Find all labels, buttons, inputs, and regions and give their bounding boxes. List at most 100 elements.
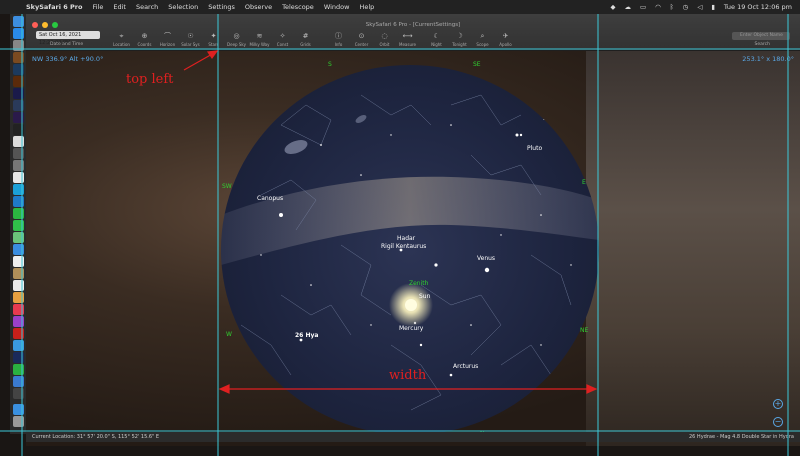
measure-icon: ⟷ (402, 32, 413, 40)
dock (10, 14, 26, 434)
tool-tonight[interactable]: ☽ Tonight (448, 32, 471, 47)
bluetooth-icon[interactable]: ᛒ (670, 3, 674, 11)
menu-telescope[interactable]: Telescope (282, 3, 314, 11)
tool-night[interactable]: ☾ Night (425, 32, 448, 47)
label-rigil-kentaurus[interactable]: Rigil Kentaurus (381, 243, 426, 250)
tool-solar-sys[interactable]: ☉ Solar Sys (179, 32, 202, 47)
tool-center[interactable]: ⊙ Center (350, 32, 373, 47)
tool-orbit[interactable]: ◌ Orbit (373, 32, 396, 47)
preview-icon[interactable] (12, 376, 24, 387)
sky-chart-view[interactable]: Canopus Pluto Hadar Rigil Kentaurus Venu… (26, 51, 800, 446)
menu-search[interactable]: Search (136, 3, 158, 11)
label-26-hya[interactable]: 26 Hya (295, 332, 318, 339)
menu-app-name[interactable]: SkySafari 6 Pro (26, 3, 82, 11)
label-arcturus[interactable]: Arcturus (453, 363, 478, 370)
tool-const[interactable]: ✧ Const (271, 32, 294, 47)
display-icon[interactable]: ▭ (640, 3, 646, 11)
contacts-icon[interactable] (12, 268, 24, 279)
trash-icon[interactable] (12, 416, 24, 427)
tool-stars[interactable]: ✦ Stars (202, 32, 225, 47)
acrobat-icon[interactable] (12, 328, 24, 339)
mail-icon[interactable] (12, 244, 24, 255)
screen: SkySafari 6 Pro File Edit Search Selecti… (0, 0, 800, 456)
finder-icon[interactable] (12, 16, 24, 27)
tool-label: Stars (208, 42, 219, 47)
wifi-icon[interactable]: ◠ (655, 3, 661, 11)
label-venus[interactable]: Venus (477, 255, 495, 262)
milky-way-icon: ≋ (256, 32, 263, 40)
tool-location[interactable]: ⌖ Location (110, 32, 133, 47)
menu-selection[interactable]: Selection (168, 3, 198, 11)
menubar-clock[interactable]: Tue 19 Oct 12:06 pm (724, 3, 792, 11)
vscode-icon[interactable] (12, 196, 24, 207)
menu-observe[interactable]: Observe (245, 3, 272, 11)
system-prefs-icon[interactable] (12, 160, 24, 171)
skype-icon[interactable] (12, 184, 24, 195)
tool-scope[interactable]: ⌕ Scope (471, 32, 494, 47)
tool-grids[interactable]: # Grids (294, 32, 317, 47)
menu-edit[interactable]: Edit (113, 3, 126, 11)
date-time-field[interactable]: Sat Oct 16, 2021 12:28:02 PM (36, 31, 100, 46)
downloads-folder-icon[interactable] (12, 404, 24, 415)
label-s-partial[interactable]: S (543, 115, 547, 122)
sun-disc[interactable] (405, 299, 417, 311)
calendar-icon[interactable] (12, 256, 24, 267)
terminal-icon[interactable] (12, 124, 24, 135)
menu-settings[interactable]: Settings (208, 3, 235, 11)
media-encoder-icon[interactable] (12, 88, 24, 99)
messages-icon[interactable] (12, 220, 24, 231)
tool-coords[interactable]: ⊕ Coords (133, 32, 156, 47)
cloud-icon[interactable]: ☁ (624, 3, 631, 11)
label-canopus[interactable]: Canopus (257, 195, 283, 202)
dropbox-icon[interactable]: ◆ (610, 3, 615, 11)
launchpad-icon[interactable] (12, 40, 24, 51)
menu-file[interactable]: File (92, 3, 103, 11)
menu-window[interactable]: Window (324, 3, 350, 11)
app-store-icon[interactable] (12, 28, 24, 39)
reminders-icon[interactable] (12, 280, 24, 291)
tool-apollo[interactable]: ✈ Apollo (494, 32, 517, 47)
annotation-width: width (389, 368, 427, 383)
toolbar: SkySafari 6 Pro - [CurrentSettings] Sat … (26, 14, 800, 51)
tool-deep-sky[interactable]: ◎ Deep Sky (225, 32, 248, 47)
tool-horizon[interactable]: ⌒ Horizon (156, 32, 179, 47)
mercury-dot[interactable] (413, 321, 417, 325)
label-zenith[interactable]: Zenith (409, 280, 428, 287)
illustrator-icon[interactable] (12, 76, 24, 87)
music-icon[interactable] (12, 304, 24, 315)
label-pluto[interactable]: Pluto (527, 145, 542, 152)
premiere-icon[interactable] (12, 112, 24, 123)
facetime-icon[interactable] (12, 364, 24, 375)
chrome-icon[interactable] (12, 172, 24, 183)
label-hadar[interactable]: Hadar (397, 235, 415, 242)
lightroom-icon[interactable] (12, 100, 24, 111)
search-input[interactable]: Enter Object Name (732, 32, 790, 40)
activity-monitor-icon[interactable] (12, 388, 24, 399)
whatsapp-icon[interactable] (12, 208, 24, 219)
annotation-top-left: top left (126, 72, 174, 87)
safari-icon[interactable] (12, 340, 24, 351)
battery-icon[interactable]: ▮ (711, 3, 715, 11)
tool-label: Deep Sky (227, 42, 246, 47)
photos-icon[interactable] (12, 292, 24, 303)
clock-icon[interactable]: ◷ (683, 3, 689, 11)
tool-measure[interactable]: ⟷ Measure (396, 32, 419, 47)
zoom-out-button[interactable]: − (773, 417, 783, 427)
tool-milky-way[interactable]: ≋ Milky Way (248, 32, 271, 47)
menu-help[interactable]: Help (359, 3, 374, 11)
photoshop-icon[interactable] (12, 64, 24, 75)
tool-info[interactable]: ⓘ Info (327, 32, 350, 47)
label-sun[interactable]: Sun (419, 293, 430, 300)
notes-icon[interactable] (12, 136, 24, 147)
deep-sky-icon: ◎ (233, 32, 240, 40)
zoom-in-button[interactable]: + (773, 399, 783, 409)
volume-icon[interactable]: ◁ (697, 3, 702, 11)
skysafari-icon[interactable] (12, 352, 24, 363)
podcasts-icon[interactable] (12, 316, 24, 327)
maps-icon[interactable] (12, 232, 24, 243)
window-title: SkySafari 6 Pro - [CurrentSettings] (365, 22, 461, 28)
bridge-icon[interactable] (12, 52, 24, 63)
calculator-icon[interactable] (12, 148, 24, 159)
field-of-view-readout: 253.1° x 180.0° (742, 55, 794, 63)
label-mercury[interactable]: Mercury (399, 325, 423, 332)
